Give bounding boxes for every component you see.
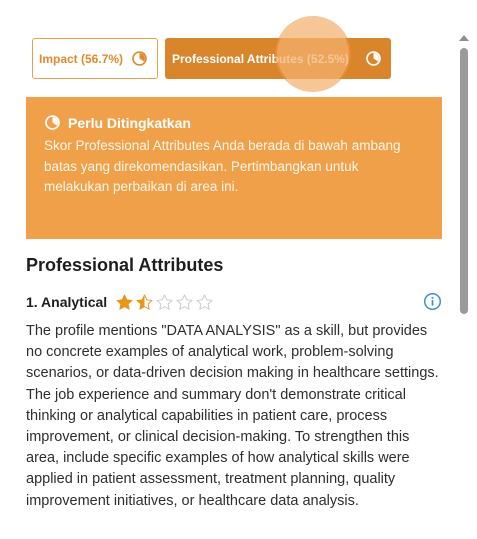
star-full-icon — [116, 294, 133, 310]
attribute-description: The profile mentions "DATA ANALYSIS" as … — [26, 323, 439, 509]
progress-clock-icon — [131, 50, 148, 67]
star-half-icon — [136, 294, 153, 310]
progress-clock-icon — [365, 50, 382, 67]
analysis-panel: Impact (56.7%) Professional Attributes (… — [0, 0, 455, 539]
scrollbar[interactable] — [455, 30, 473, 539]
star-rating — [115, 293, 214, 312]
alert-title: Perlu Ditingkatkan — [68, 114, 191, 131]
scrollbar-thumb[interactable] — [460, 48, 468, 314]
category-tabs: Impact (56.7%) Professional Attributes (… — [32, 38, 391, 79]
alert-message: Skor Professional Attributes Anda berada… — [44, 138, 401, 194]
alert-header: Perlu Ditingkatkan — [44, 114, 426, 131]
info-icon[interactable] — [423, 292, 442, 311]
needs-improvement-alert: Perlu Ditingkatkan Skor Professional Att… — [26, 97, 442, 239]
tab-impact[interactable]: Impact (56.7%) — [32, 38, 158, 79]
tab-professional-attributes[interactable]: Professional Attributes (52.5%) — [165, 38, 391, 79]
scroll-up-arrow-icon[interactable] — [459, 35, 469, 41]
section-title: Professional Attributes — [26, 255, 224, 275]
progress-clock-icon — [44, 114, 61, 131]
star-empty-icon — [156, 294, 173, 310]
attribute-item-header: 1. Analytical — [26, 291, 442, 313]
tab-professional-attributes-label: Professional Attributes (52.5%) — [172, 51, 349, 66]
star-empty-icon — [176, 294, 193, 310]
star-empty-icon — [196, 294, 213, 310]
attribute-title: 1. Analytical — [26, 294, 108, 310]
tab-impact-label: Impact (56.7%) — [39, 51, 124, 66]
